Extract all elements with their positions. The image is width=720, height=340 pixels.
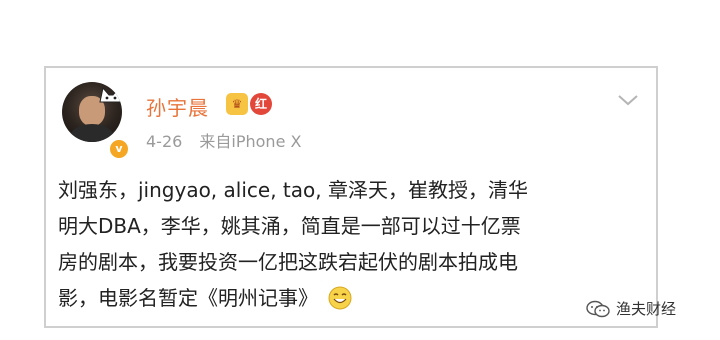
cat-ears-icon <box>99 86 122 103</box>
chevron-down-icon[interactable] <box>616 92 640 108</box>
content-line-last: 影，电影名暂定《明州记事》 <box>58 280 648 316</box>
wechat-icon <box>586 300 610 317</box>
post-date: 4-26 <box>146 132 183 151</box>
content-line: 影，电影名暂定《明州记事》 <box>58 286 318 310</box>
post-meta: 4-26 来自iPhone X <box>146 128 301 152</box>
crown-badge-icon[interactable]: ♛ <box>226 93 248 115</box>
avatar-body <box>70 124 114 142</box>
content-line: 明大DBA，李华，姚其涌，简直是一部可以过十亿票 <box>58 214 521 238</box>
post-source[interactable]: 来自iPhone X <box>199 132 301 151</box>
red-badge-icon[interactable]: 红 <box>250 93 272 115</box>
smile-emoji-icon <box>328 286 352 310</box>
content-line: 房的剧本，我要投资一亿把这跌宕起伏的剧本拍成电 <box>58 250 518 274</box>
watermark-text: 渔夫财经 <box>616 300 677 318</box>
watermark: 渔夫财经 <box>586 298 676 319</box>
verified-badge-icon: v <box>108 138 130 160</box>
content-line: 刘强东，jingyao, alice, tao, 章泽天，崔教授，清华 <box>58 178 528 202</box>
post-content: 刘强东，jingyao, alice, tao, 章泽天，崔教授，清华 明大DB… <box>58 172 648 316</box>
avatar[interactable] <box>62 82 122 142</box>
weibo-post-card: v 孙宇晨 ♛ 红 4-26 来自iPhone X 刘强东，jingyao, a… <box>44 66 658 328</box>
username[interactable]: 孙宇晨 <box>146 92 209 121</box>
crown-glyph: ♛ <box>231 97 243 111</box>
